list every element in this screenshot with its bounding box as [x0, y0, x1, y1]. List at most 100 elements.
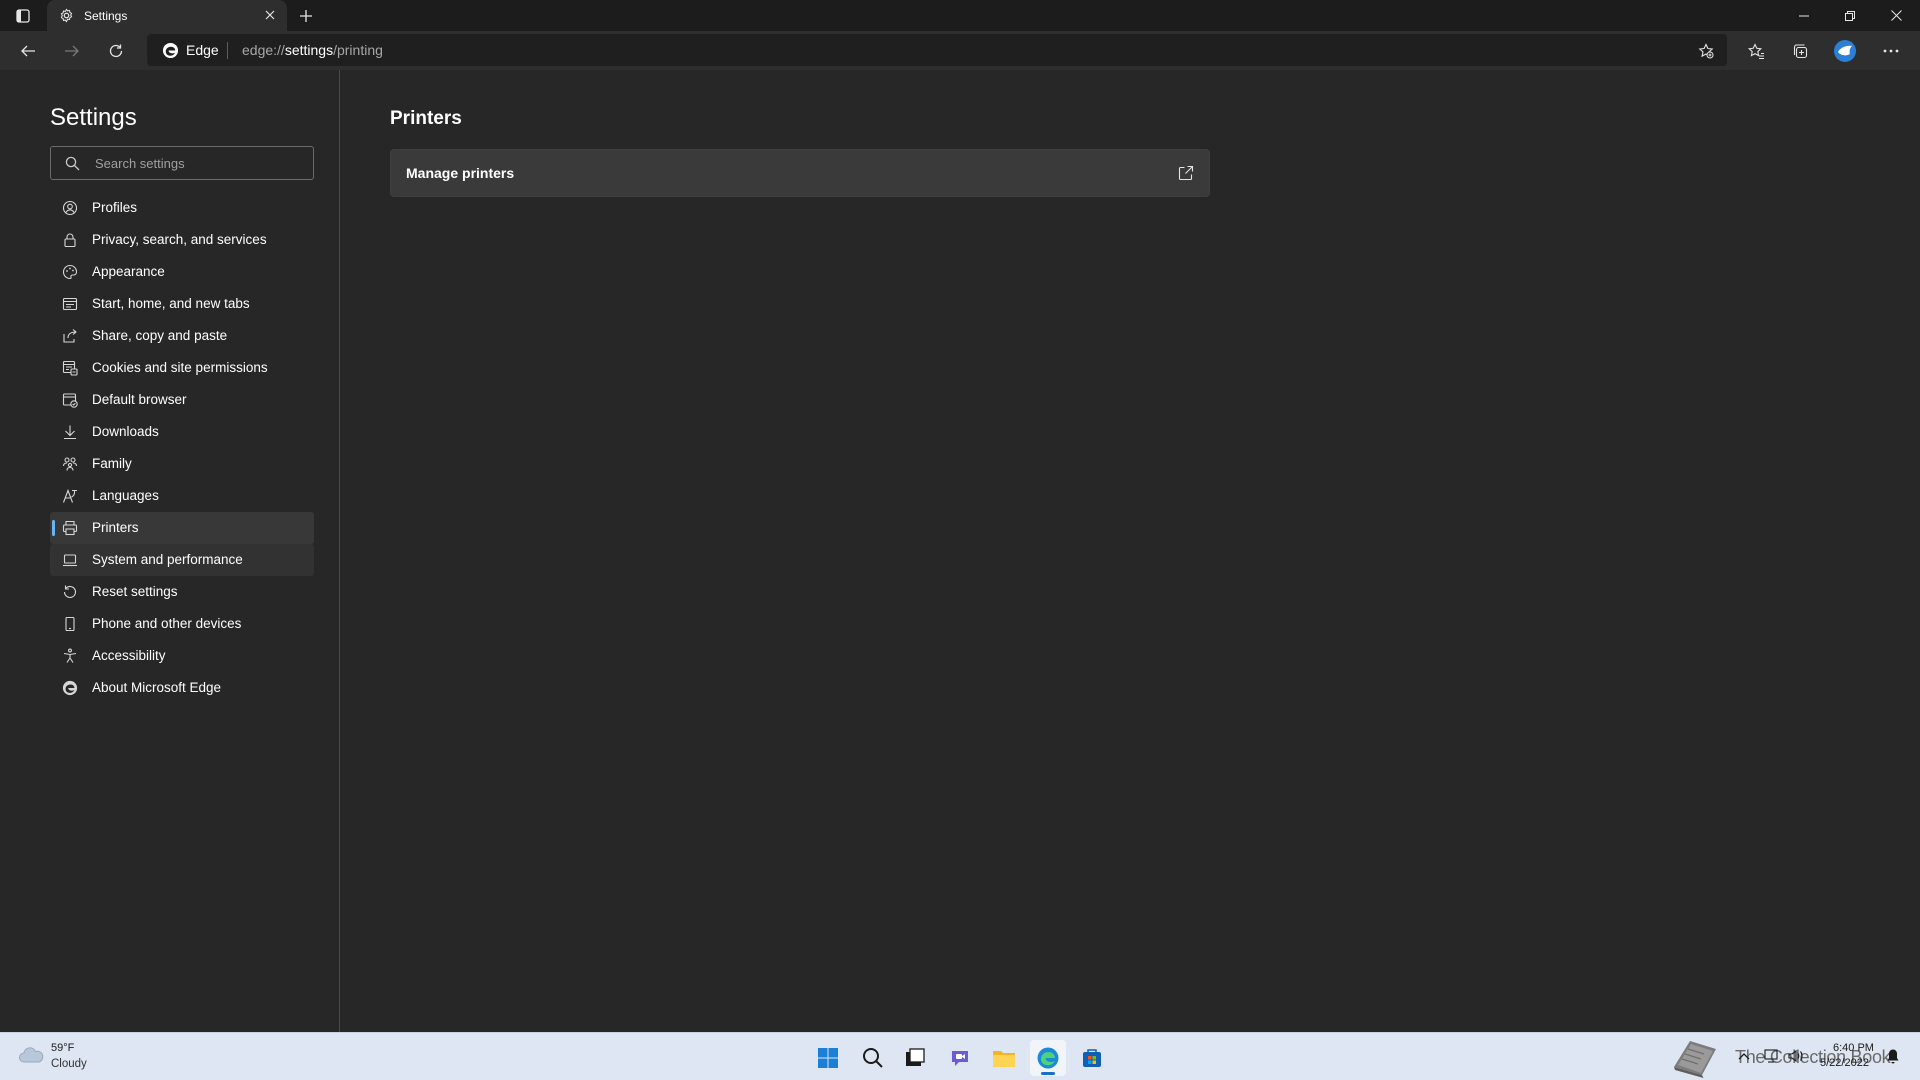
sidebar-item-share[interactable]: Share, copy and paste: [50, 320, 314, 352]
sidebar-item-label: Phone and other devices: [92, 616, 242, 631]
browser-icon: [62, 392, 78, 408]
back-button[interactable]: [14, 37, 42, 65]
sidebar-item-label: Accessibility: [92, 648, 166, 663]
sidebar-item-label: Family: [92, 456, 132, 471]
chevron-up-icon[interactable]: [1735, 1047, 1753, 1065]
profile-icon: [62, 200, 78, 216]
restore-icon[interactable]: [1827, 0, 1873, 31]
task-view-icon[interactable]: [897, 1040, 933, 1076]
add-favorite-icon[interactable]: [1695, 40, 1717, 62]
phone-icon: [62, 616, 78, 632]
book-logo-icon: [1668, 1035, 1722, 1079]
file-explorer-icon[interactable]: [986, 1040, 1022, 1076]
sidebar-item-family[interactable]: Family: [50, 448, 314, 480]
reset-icon: [62, 584, 78, 600]
tab-settings[interactable]: Settings: [47, 0, 287, 31]
notification-icon[interactable]: [1884, 1047, 1902, 1065]
search-box[interactable]: [50, 146, 314, 180]
separator: [227, 42, 228, 59]
sidebar-item-appearance[interactable]: Appearance: [50, 256, 314, 288]
new-tab-button[interactable]: [295, 5, 317, 27]
sidebar-item-about[interactable]: About Microsoft Edge: [50, 672, 314, 704]
page-title: Printers: [390, 108, 462, 129]
search-taskbar-icon[interactable]: [855, 1040, 891, 1076]
accessibility-icon: [62, 648, 78, 664]
url-suffix: /printing: [333, 42, 383, 58]
sidebar-item-languages[interactable]: Languages: [50, 480, 314, 512]
clock-date[interactable]: 5/22/2022: [1820, 1057, 1869, 1069]
url-prefix: edge://: [242, 42, 285, 58]
sidebar-item-reset[interactable]: Reset settings: [50, 576, 314, 608]
manage-printers-label: Manage printers: [406, 165, 515, 181]
laptop-icon: [62, 552, 78, 568]
lock-icon: [62, 232, 78, 248]
edge-logo-icon: [162, 42, 179, 59]
sidebar-item-label: Downloads: [92, 424, 159, 439]
edge-icon: [62, 680, 78, 696]
store-icon[interactable]: [1074, 1040, 1110, 1076]
close-tab-icon[interactable]: [263, 8, 277, 22]
sidebar-item-downloads[interactable]: Downloads: [50, 416, 314, 448]
close-window-icon[interactable]: [1873, 0, 1919, 31]
address-bar[interactable]: Edge edge://settings/printing: [147, 34, 1727, 66]
cloud-icon[interactable]: [18, 1045, 44, 1067]
sidebar-item-phone[interactable]: Phone and other devices: [50, 608, 314, 640]
sidebar-item-label: Reset settings: [92, 584, 178, 599]
palette-icon: [62, 264, 78, 280]
site-label: Edge: [186, 42, 219, 58]
more-options-icon[interactable]: [1876, 36, 1906, 66]
favorites-icon[interactable]: [1741, 36, 1771, 66]
clock-time[interactable]: 6:40 PM: [1833, 1042, 1874, 1054]
sidebar-item-system[interactable]: System and performance: [50, 544, 314, 576]
external-link-icon[interactable]: [1177, 164, 1195, 182]
sidebar-item-label: About Microsoft Edge: [92, 680, 222, 695]
weather-temperature[interactable]: 59°F: [51, 1042, 74, 1054]
sidebar-item-label: Printers: [92, 520, 139, 535]
title-bar: Settings: [0, 0, 1920, 31]
gear-icon: [58, 8, 74, 24]
taskbar: 59°F Cloudy The Collection Book 6:40 PM …: [0, 1032, 1920, 1080]
tab-actions-icon[interactable]: [10, 5, 36, 27]
forward-button[interactable]: [58, 37, 86, 65]
sidebar-item-default-browser[interactable]: Default browser: [50, 384, 314, 416]
settings-nav: Profiles Privacy, search, and services A…: [50, 192, 314, 704]
sidebar-item-profiles[interactable]: Profiles: [50, 192, 314, 224]
network-icon[interactable]: [1763, 1047, 1781, 1065]
printer-icon: [62, 520, 78, 536]
profile-avatar[interactable]: [1830, 36, 1860, 66]
download-icon: [62, 424, 78, 440]
sidebar-item-printers[interactable]: Printers: [50, 512, 314, 544]
weather-description[interactable]: Cloudy: [51, 1058, 87, 1070]
search-icon: [65, 156, 80, 171]
sidebar-item-label: Appearance: [92, 264, 165, 279]
sidebar-title: Settings: [50, 104, 137, 131]
collections-icon[interactable]: [1785, 36, 1815, 66]
languages-icon: [62, 488, 78, 504]
edge-taskbar-icon[interactable]: [1030, 1040, 1066, 1076]
sidebar-item-label: Profiles: [92, 200, 138, 215]
volume-icon[interactable]: [1787, 1047, 1805, 1065]
home-tabs-icon: [62, 296, 78, 312]
settings-sidebar: Settings Profiles Privacy, search, and s…: [0, 70, 340, 1032]
search-input[interactable]: [95, 153, 305, 173]
sidebar-item-accessibility[interactable]: Accessibility: [50, 640, 314, 672]
tab-title: Settings: [84, 8, 128, 23]
manage-printers-row[interactable]: Manage printers: [390, 149, 1210, 197]
chat-icon[interactable]: [942, 1040, 978, 1076]
sidebar-item-label: Start, home, and new tabs: [92, 296, 250, 311]
minimize-icon[interactable]: [1781, 0, 1827, 31]
sidebar-item-label: System and performance: [92, 552, 243, 567]
url-text[interactable]: edge://settings/printing: [242, 42, 383, 58]
toolbar: Edge edge://settings/printing: [0, 31, 1920, 70]
share-icon: [62, 328, 78, 344]
sidebar-item-cookies[interactable]: Cookies and site permissions: [50, 352, 314, 384]
family-icon: [62, 456, 78, 472]
sidebar-item-privacy[interactable]: Privacy, search, and services: [50, 224, 314, 256]
sidebar-item-label: Share, copy and paste: [92, 328, 228, 343]
sidebar-item-label: Languages: [92, 488, 159, 503]
start-button[interactable]: [810, 1040, 846, 1076]
sidebar-item-start-home[interactable]: Start, home, and new tabs: [50, 288, 314, 320]
sidebar-item-label: Privacy, search, and services: [92, 232, 267, 247]
url-highlight: settings: [284, 42, 334, 58]
refresh-button[interactable]: [102, 37, 130, 65]
